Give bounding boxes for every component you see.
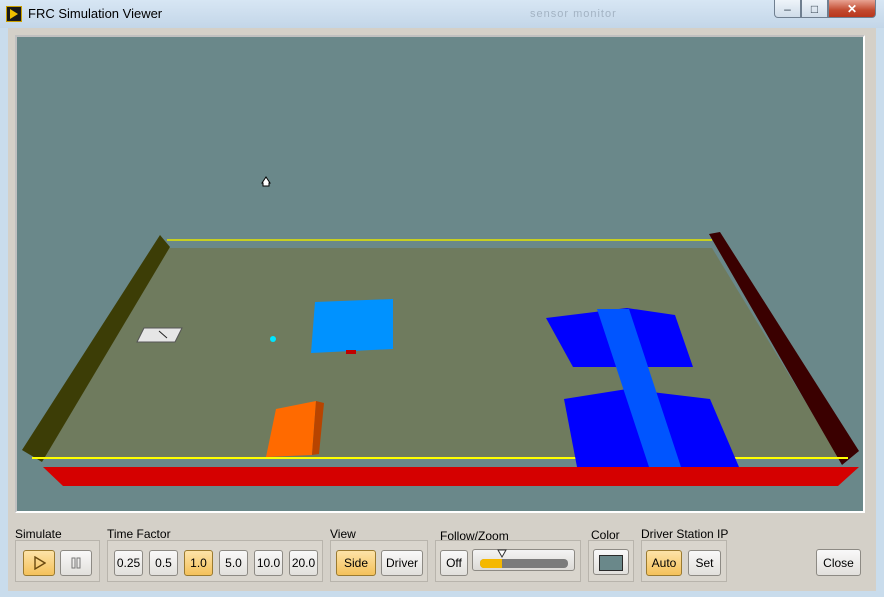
time-factor-5-0-button[interactable]: 5.0: [219, 550, 248, 576]
view-label: View: [330, 527, 356, 541]
time-factor-label: Time Factor: [107, 527, 171, 541]
background-window-text: sensor monitor: [530, 8, 617, 20]
zoom-slider[interactable]: [472, 549, 575, 571]
window-controls: – □ ✕: [774, 0, 876, 20]
color-picker-button[interactable]: [593, 549, 629, 575]
ds-ip-auto-button[interactable]: Auto: [646, 550, 682, 576]
follow-off-button[interactable]: Off: [440, 550, 468, 576]
play-button[interactable]: [23, 550, 55, 576]
maximize-button[interactable]: □: [801, 0, 828, 18]
time-factor-0-25-button[interactable]: 0.25: [114, 550, 143, 576]
simulation-3d-viewport[interactable]: [15, 35, 865, 513]
window-content: Simulate Time Factor 0.25 0.5 1.0 5.0 10…: [8, 28, 876, 591]
ball: [270, 336, 276, 342]
view-side-button[interactable]: Side: [336, 550, 376, 576]
pause-icon: [71, 557, 81, 569]
time-factor-10-0-button[interactable]: 10.0: [254, 550, 283, 576]
zoom-slider-thumb[interactable]: [497, 549, 507, 559]
minimize-button[interactable]: –: [774, 0, 801, 18]
ds-ip-set-button[interactable]: Set: [688, 550, 721, 576]
title-bar: FRC Simulation Viewer sensor monitor – □…: [0, 0, 884, 28]
time-factor-0-5-button[interactable]: 0.5: [149, 550, 178, 576]
window-title: FRC Simulation Viewer: [28, 6, 163, 21]
time-factor-1-0-button[interactable]: 1.0: [184, 550, 213, 576]
labview-app-icon: [6, 6, 22, 22]
color-swatch: [599, 555, 623, 571]
close-button[interactable]: Close: [816, 549, 861, 576]
window-close-button[interactable]: ✕: [828, 0, 876, 18]
pause-button[interactable]: [60, 550, 92, 576]
time-factor-20-0-button[interactable]: 20.0: [289, 550, 318, 576]
zoom-slider-fill: [480, 559, 502, 568]
app-window: FRC Simulation Viewer sensor monitor – □…: [0, 0, 884, 597]
field-marker: [136, 327, 183, 343]
blue-ramp-left: [311, 299, 393, 353]
zoom-slider-track: [480, 559, 568, 568]
field-scene: [22, 176, 859, 486]
play-icon: [34, 556, 46, 570]
front-wall: [43, 467, 859, 486]
robot-cursor-icon: [261, 176, 271, 187]
simulate-label: Simulate: [15, 527, 62, 541]
driver-station-ip-label: Driver Station IP: [641, 527, 729, 541]
blue-ramp-support: [346, 350, 356, 354]
view-driver-button[interactable]: Driver: [381, 550, 423, 576]
